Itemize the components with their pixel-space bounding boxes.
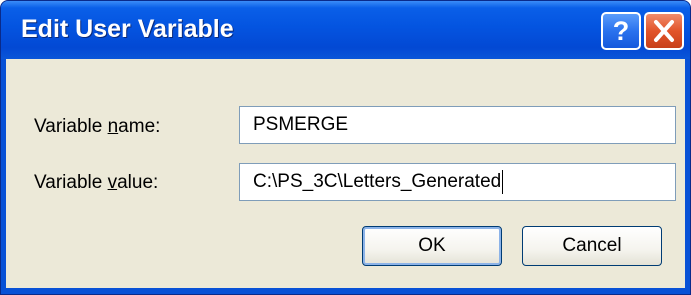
variable-value-input[interactable]: C:\PS_3C\Letters_Generated [239,163,676,201]
close-button[interactable] [644,12,684,50]
dialog-body: Variable name: PSMERGE Variable value: C… [6,59,685,288]
dialog-title: Edit User Variable [21,15,234,43]
text-caret [502,169,504,194]
variable-name-input[interactable]: PSMERGE [239,106,676,144]
variable-value-label: Variable value: [34,172,159,193]
variable-name-text: PSMERGE [253,114,349,135]
variable-name-label: Variable name: [34,116,161,137]
mnemonic-n: n [107,116,119,137]
cancel-button[interactable]: Cancel [522,226,662,266]
title-bar[interactable]: Edit User Variable ? [1,1,690,59]
help-icon: ? [612,16,630,46]
variable-value-text: C:\PS_3C\Letters_Generated [253,171,502,192]
close-x-icon [654,20,674,42]
ok-button[interactable]: OK [362,226,502,266]
edit-user-variable-dialog: Edit User Variable ? Variable name: PSME… [0,0,691,295]
mnemonic-v: v [107,172,118,193]
help-button[interactable]: ? [601,12,641,50]
